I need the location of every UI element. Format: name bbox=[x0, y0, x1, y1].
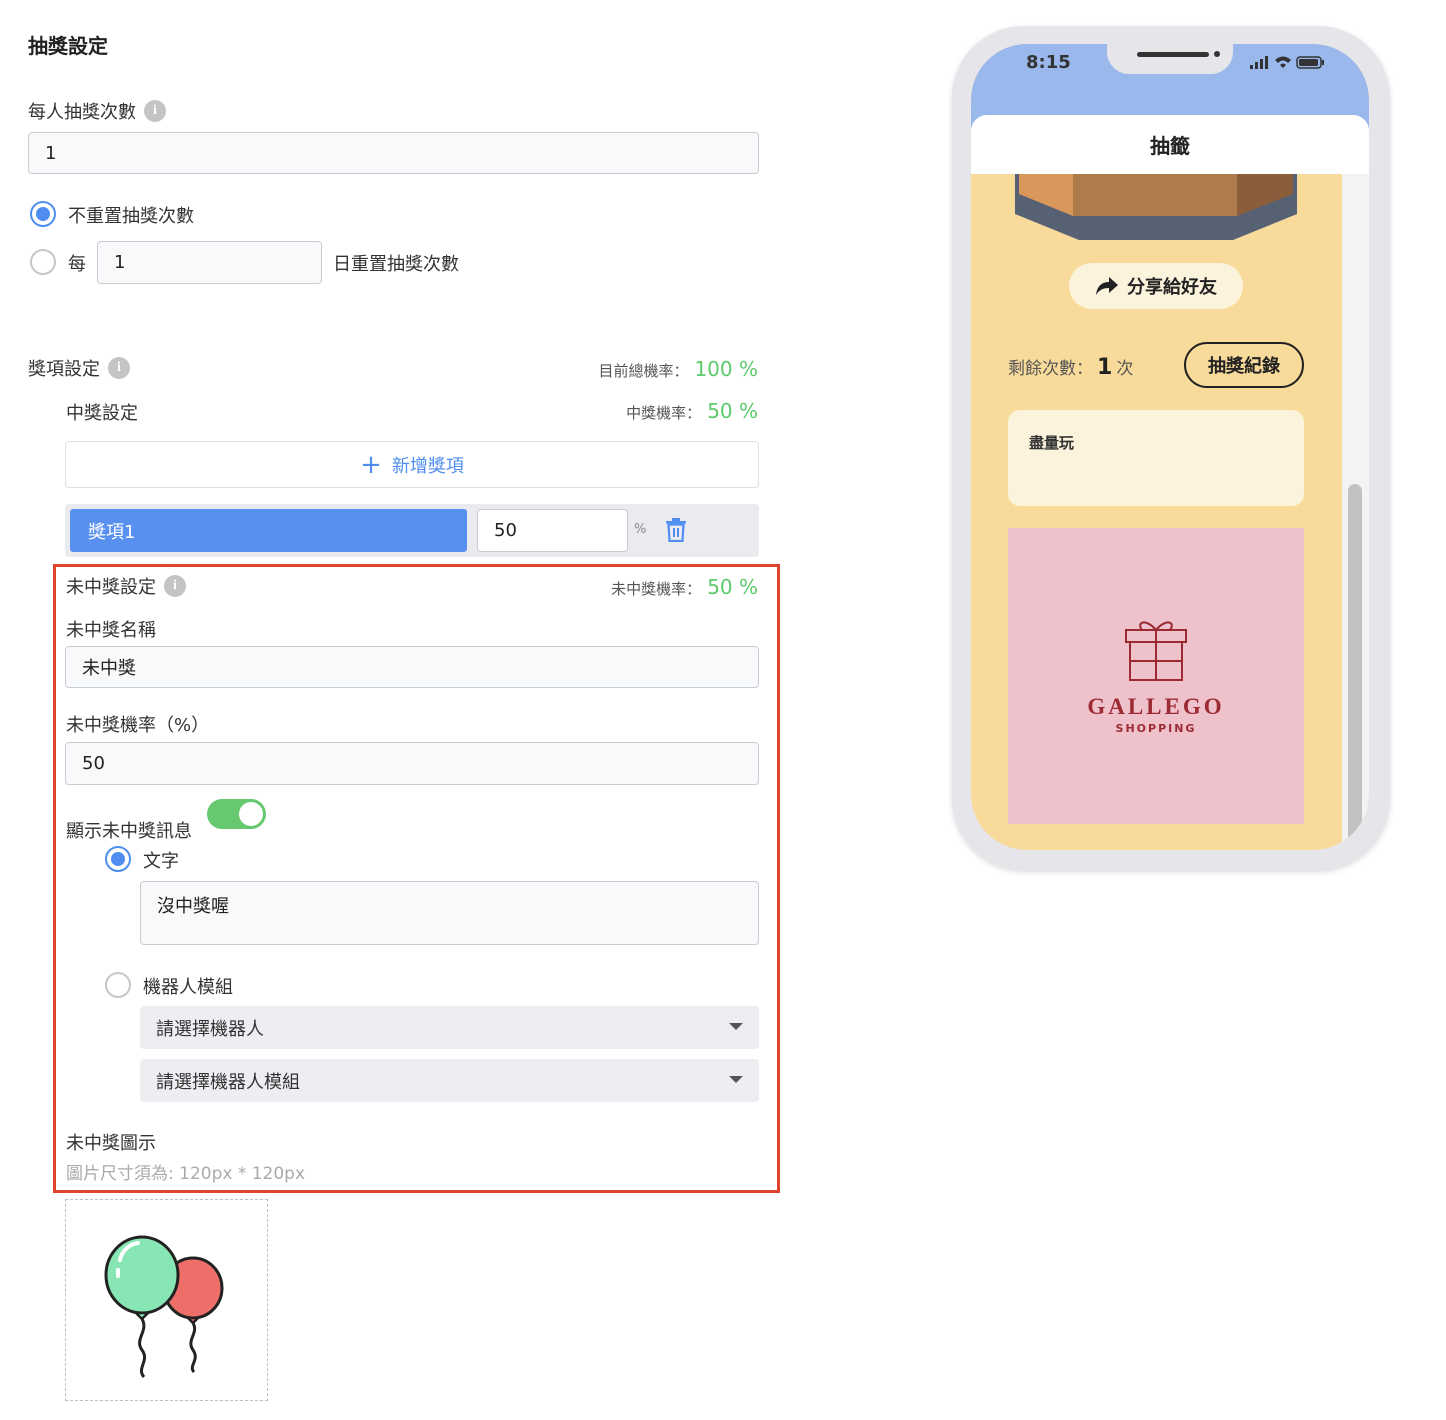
wifi-icon bbox=[1275, 56, 1291, 68]
reset-every-prefix: 每 bbox=[68, 254, 86, 275]
per-person-count-input[interactable]: 1 bbox=[28, 132, 759, 174]
add-prize-button[interactable]: + 新增獎項 bbox=[65, 441, 759, 488]
no-win-icon-upload[interactable] bbox=[65, 1199, 268, 1401]
add-prize-label: 新增獎項 bbox=[391, 455, 464, 477]
no-win-name-label: 未中獎名稱 bbox=[66, 620, 156, 641]
draw-record-button[interactable]: 抽獎紀錄 bbox=[1184, 342, 1304, 388]
no-win-message-textarea[interactable]: 沒中獎喔 bbox=[140, 881, 759, 945]
speaker-icon bbox=[1137, 52, 1209, 57]
reset-every-radio[interactable] bbox=[30, 249, 56, 275]
reset-every-suffix: 日重置抽獎次數 bbox=[333, 254, 459, 275]
text-option-label: 文字 bbox=[143, 851, 179, 872]
no-win-title: 未中獎設定 bbox=[66, 577, 156, 598]
no-win-rate-value: 50 % bbox=[707, 575, 758, 599]
signal-icon bbox=[1250, 56, 1268, 69]
no-win-prob-label: 未中獎機率（%） bbox=[66, 715, 210, 736]
camera-icon bbox=[1214, 51, 1220, 57]
no-win-header: 未中獎設定 i bbox=[66, 573, 186, 599]
win-rate-value: 50 % bbox=[707, 399, 758, 423]
no-win-rate: 未中獎機率： 50 % bbox=[611, 575, 758, 599]
bot-module-select[interactable]: 請選擇機器人模組 bbox=[140, 1059, 759, 1102]
text-option-radio[interactable] bbox=[105, 846, 131, 872]
total-rate: 目前總機率： 100 % bbox=[598, 357, 758, 381]
share-button[interactable]: 分享給好友 bbox=[1069, 263, 1243, 309]
page-title: 抽獎設定 bbox=[28, 34, 108, 58]
brand-banner: GALLEGO SHOPPING bbox=[1008, 528, 1304, 824]
show-msg-label: 顯示未中獎訊息 bbox=[66, 821, 192, 842]
per-person-label: 每人抽獎次數 bbox=[28, 102, 136, 123]
no-win-prob-input[interactable]: 50 bbox=[65, 742, 759, 785]
box-illustration bbox=[1015, 174, 1297, 240]
remaining-label: 剩餘次數： bbox=[1008, 359, 1093, 379]
no-win-icon-label: 未中獎圖示 bbox=[66, 1133, 156, 1154]
plus-icon: + bbox=[360, 449, 382, 480]
prize-settings-title: 獎項設定 bbox=[28, 359, 100, 380]
win-rate-label: 中獎機率： bbox=[626, 404, 702, 422]
percent-unit: % bbox=[634, 522, 647, 537]
total-rate-label: 目前總機率： bbox=[598, 362, 689, 380]
prize-rate-input[interactable]: 50 bbox=[477, 509, 628, 552]
status-icons bbox=[1250, 56, 1324, 69]
win-settings-title: 中獎設定 bbox=[66, 403, 138, 424]
share-arrow-icon bbox=[1096, 277, 1118, 295]
prize-row: 獎項1 50 % bbox=[65, 504, 759, 557]
reset-days-input[interactable]: 1 bbox=[97, 241, 322, 284]
chevron-down-icon bbox=[729, 1076, 743, 1083]
bot-module-select-placeholder: 請選擇機器人模組 bbox=[156, 1071, 300, 1093]
bot-option-radio[interactable] bbox=[105, 972, 131, 998]
status-time: 8:15 bbox=[1026, 52, 1071, 73]
info-icon[interactable]: i bbox=[144, 100, 166, 122]
total-rate-value: 100 % bbox=[694, 357, 758, 381]
trash-icon[interactable] bbox=[665, 518, 687, 542]
no-win-icon-hint: 圖片尺寸須為: 120px * 120px bbox=[66, 1164, 306, 1184]
reset-none-radio[interactable] bbox=[30, 201, 56, 227]
brand-name: GALLEGO bbox=[1087, 694, 1225, 719]
show-msg-toggle[interactable] bbox=[207, 799, 266, 829]
bot-select[interactable]: 請選擇機器人 bbox=[140, 1006, 759, 1049]
balloons-icon bbox=[104, 1235, 224, 1378]
toggle-knob bbox=[239, 802, 263, 826]
chevron-down-icon bbox=[729, 1023, 743, 1030]
brand-sub: SHOPPING bbox=[1115, 722, 1197, 735]
no-win-name-input[interactable]: 未中獎 bbox=[65, 646, 759, 688]
per-person-label-row: 每人抽獎次數 i bbox=[28, 98, 166, 124]
gift-icon bbox=[1125, 621, 1187, 681]
scrollbar-track[interactable] bbox=[1342, 174, 1369, 850]
share-label: 分享給好友 bbox=[1127, 277, 1217, 298]
remaining-unit: 次 bbox=[1116, 359, 1134, 379]
info-icon[interactable]: i bbox=[164, 575, 186, 597]
prize-name[interactable]: 獎項1 bbox=[70, 509, 467, 552]
info-icon[interactable]: i bbox=[108, 357, 130, 379]
message-card: 盡量玩 bbox=[1008, 410, 1304, 506]
win-rate: 中獎機率： 50 % bbox=[626, 399, 758, 423]
reset-none-label: 不重置抽獎次數 bbox=[68, 206, 194, 227]
prize-settings-header: 獎項設定 i bbox=[28, 355, 130, 381]
remaining-value: 1 bbox=[1097, 355, 1113, 380]
no-win-rate-label: 未中獎機率： bbox=[611, 580, 702, 598]
phone-header-title: 抽籤 bbox=[971, 115, 1369, 174]
bot-option-label: 機器人模組 bbox=[143, 977, 233, 998]
phone-notch bbox=[1107, 44, 1233, 74]
bot-select-placeholder: 請選擇機器人 bbox=[156, 1018, 264, 1040]
remaining-count: 剩餘次數： 1 次 bbox=[1008, 354, 1133, 380]
phone-screen: 8:15 抽籤 分享給好友 剩餘次數： 1 次 抽獎紀錄 盡量玩 GALLEGO… bbox=[971, 44, 1369, 850]
scrollbar-thumb[interactable] bbox=[1348, 484, 1362, 844]
